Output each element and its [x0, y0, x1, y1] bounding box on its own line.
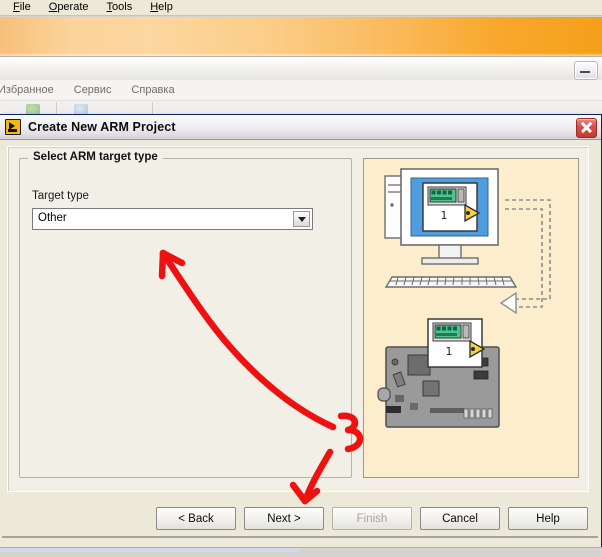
minimize-icon[interactable] — [574, 61, 598, 80]
dialog-title: Create New ARM Project — [28, 120, 176, 134]
chevron-down-icon[interactable] — [293, 211, 310, 227]
dialog-content-panel: Select ARM target type Target type Other — [7, 146, 589, 492]
labview-menu-bar: FFileile Operate Tools Help — [0, 0, 602, 16]
menu-item-favorites[interactable]: Избранное — [0, 84, 64, 96]
menu-item-tools[interactable]: Tools — [98, 0, 142, 15]
dialog-bottom-rule — [2, 536, 598, 538]
taskbar-sliver — [0, 547, 602, 557]
secondary-window: Избранное Сервис Справка — [0, 57, 602, 116]
svg-text:1: 1 — [441, 209, 448, 222]
svg-text:1: 1 — [446, 345, 453, 358]
dialog-body: Select ARM target type Target type Other — [0, 140, 601, 548]
labview-vi-icon — [5, 119, 21, 135]
target-type-combobox[interactable]: Other — [32, 208, 313, 230]
menu-item-help[interactable]: Help — [141, 0, 182, 15]
finish-button: Finish — [332, 507, 412, 530]
select-arm-target-type-group: Select ARM target type Target type Other — [19, 151, 352, 478]
help-button[interactable]: Help — [508, 507, 588, 530]
arm-target-illustration: 1 1 — [363, 158, 579, 478]
create-new-arm-project-dialog: Create New ARM Project Select ARM target… — [0, 114, 602, 548]
illustration-svg: 1 1 — [377, 168, 551, 428]
labview-orange-banner — [0, 17, 602, 57]
menu-item-service[interactable]: Сервис — [64, 84, 122, 96]
target-type-value: Other — [38, 212, 67, 224]
dialog-titlebar[interactable]: Create New ARM Project — [0, 115, 601, 140]
next-button[interactable]: Next > — [244, 507, 324, 530]
group-legend: Select ARM target type — [28, 151, 163, 163]
target-type-label: Target type — [32, 190, 89, 202]
cancel-button[interactable]: Cancel — [420, 507, 500, 530]
menu-item-reference[interactable]: Справка — [121, 84, 184, 96]
secondary-window-menu-bar: Избранное Сервис Справка — [0, 80, 602, 100]
dialog-button-row: < Back Next > Finish Cancel Help — [0, 507, 602, 530]
back-button[interactable]: < Back — [156, 507, 236, 530]
menu-item-file[interactable]: FFileile — [4, 0, 40, 15]
menu-item-operate[interactable]: Operate — [40, 0, 98, 15]
close-icon[interactable] — [576, 118, 597, 138]
secondary-window-titlebar — [0, 58, 602, 81]
